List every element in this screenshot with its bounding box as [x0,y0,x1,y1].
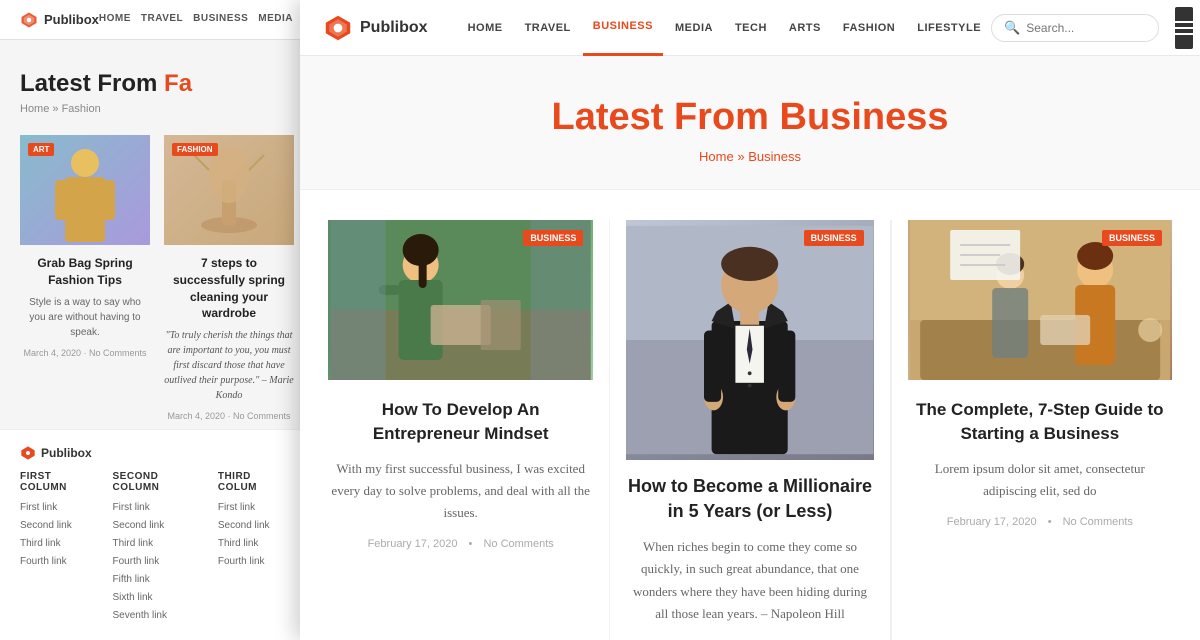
article-image-suit: BUSINESS [626,220,873,460]
bg-card-meta-2: March 4, 2020 · No Comments [164,411,294,421]
main-navigation: Publibox HOME TRAVEL BUSINESS MEDIA TECH… [300,0,1200,56]
article-badge-2: BUSINESS [804,230,864,246]
article-card-2: BUSINESS How to Become a Millionaire in … [609,220,890,640]
article-title-3: The Complete, 7-Step Guide to Starting a… [908,398,1172,446]
breadcrumb: Home » Business [320,149,1180,164]
bg-nav-travel[interactable]: TRAVEL [141,13,183,26]
bg-footer-logo: Publibox [20,445,285,461]
bg-nav-media[interactable]: MEDIA [258,13,293,26]
bg-page-title: Latest From Fa [20,70,285,98]
article-img-wrap-3: BUSINESS [908,220,1172,380]
bg-footer-col-3: THIRD COLUM First link Second link Third… [218,471,285,625]
bg-footer: Publibox FIRST COLUMN First link Second … [0,429,305,640]
article-title-2: How to Become a Millionaire in 5 Years (… [626,474,873,524]
bg-card-text-1: Style is a way to say who you are withou… [20,295,150,340]
article-title-1: How To Develop An Entrepreneur Mindset [328,398,593,446]
bg-main-content: Latest From Fa Home » Fashion ART [0,40,305,441]
background-panel: Publibox HOME TRAVEL BUSINESS MEDIA TECH… [0,0,305,640]
bg-card-quote-2: "To truly cherish the things that are im… [164,328,294,403]
bg-card-2: FASHION 7 steps to successfully spring c… [164,135,294,421]
bg-card-img-1: ART [20,135,150,245]
articles-grid: BUSINESS How To Develop An Entrepreneur … [300,190,1200,640]
bg-nav-home[interactable]: HOME [99,13,131,26]
search-input[interactable] [1026,21,1146,35]
article-excerpt-3: Lorem ipsum dolor sit amet, consectetur … [908,458,1172,502]
bg-nav-business[interactable]: BUSINESS [193,13,248,26]
bg-card-meta-1: March 4, 2020 · No Comments [20,348,150,358]
article-card-3: BUSINESS The Complete, 7-Step Guide to S… [891,220,1172,640]
bg-topnav: Publibox HOME TRAVEL BUSINESS MEDIA TECH… [0,0,305,40]
nav-item-lifestyle[interactable]: LIFESTYLE [907,0,991,56]
bg-footer-col-1: FIRST COLUMN First link Second link Thir… [20,471,93,625]
nav-item-tech[interactable]: TECH [725,0,777,56]
bg-card-title-2: 7 steps to successfully spring cleaning … [164,255,294,322]
bg-logo: Publibox [20,11,99,29]
bg-card-title-1: Grab Bag Spring Fashion Tips [20,255,150,289]
nav-item-fashion[interactable]: FASHION [833,0,905,56]
nav-item-home[interactable]: HOME [458,0,513,56]
nav-item-business[interactable]: BUSINESS [583,0,663,56]
nav-item-arts[interactable]: ARTS [779,0,831,56]
article-excerpt-1: With my first successful business, I was… [328,458,593,524]
bg-badge-art: ART [28,143,54,156]
article-img-wrap-2: BUSINESS [626,220,873,460]
bg-breadcrumb: Home » Fashion [20,103,285,115]
search-icon: 🔍 [1004,20,1020,36]
bg-cards-row: ART Grab Bag Spring Fashion Tips Style i… [20,135,285,421]
bg-footer-col-2: SECOND COLUMN First link Second link Thi… [113,471,198,625]
article-excerpt-2: When riches begin to come they come so q… [626,536,873,624]
article-card-1: BUSINESS How To Develop An Entrepreneur … [328,220,609,640]
main-panel: Publibox HOME TRAVEL BUSINESS MEDIA TECH… [300,0,1200,640]
article-meta-1: February 17, 2020 • No Comments [328,538,593,550]
main-nav-links: HOME TRAVEL BUSINESS MEDIA TECH ARTS FAS… [458,0,991,56]
main-logo[interactable]: Publibox [324,14,428,42]
article-badge-3: BUSINESS [1102,230,1162,246]
nav-item-travel[interactable]: TRAVEL [515,0,581,56]
page-title: Latest From Business [320,96,1180,139]
bg-badge-fashion: FASHION [172,143,218,156]
article-img-wrap-1: BUSINESS [328,220,593,380]
hero-section: Latest From Business Home » Business [300,56,1200,190]
bg-card-1: ART Grab Bag Spring Fashion Tips Style i… [20,135,150,421]
main-hamburger-menu[interactable] [1175,7,1193,49]
bg-card-img-2: FASHION [164,135,294,245]
nav-item-media[interactable]: MEDIA [665,0,723,56]
bg-footer-cols: FIRST COLUMN First link Second link Thir… [20,471,285,625]
article-meta-3: February 17, 2020 • No Comments [908,516,1172,528]
bg-nav-links: HOME TRAVEL BUSINESS MEDIA TECH ARTS FAS… [99,13,305,26]
main-search-box[interactable]: 🔍 [991,14,1159,42]
article-badge-1: BUSINESS [523,230,583,246]
